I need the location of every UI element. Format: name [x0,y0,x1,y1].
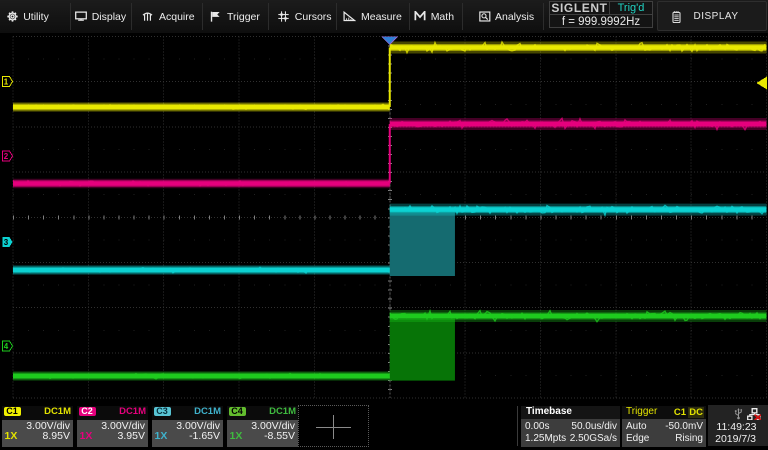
svg-text:4: 4 [4,342,9,351]
svg-text:3: 3 [4,238,9,247]
svg-text:1: 1 [4,78,9,87]
svg-text:2: 2 [4,152,9,161]
